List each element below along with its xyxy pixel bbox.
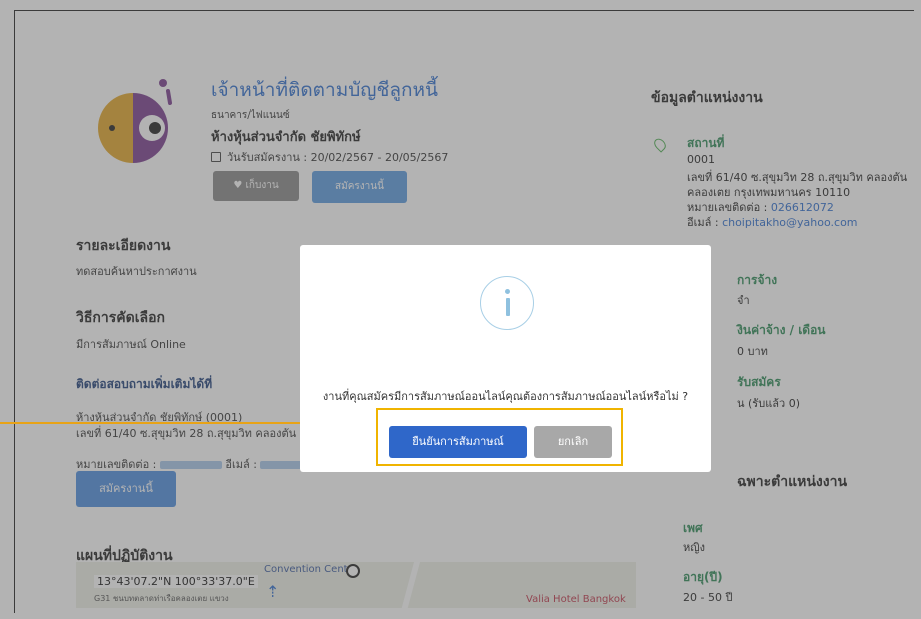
cancel-button[interactable]: ยกเลิก bbox=[534, 426, 612, 458]
info-icon-bar bbox=[505, 298, 510, 316]
dialog-message: งานที่คุณสมัครมีการสัมภาษณ์ออนไลน์คุณต้อ… bbox=[322, 390, 689, 403]
online-interview-dialog: งานที่คุณสมัครมีการสัมภาษณ์ออนไลน์คุณต้อ… bbox=[300, 245, 711, 472]
confirm-interview-button[interactable]: ยืนยันการสัมภาษณ์ bbox=[389, 426, 527, 458]
info-icon-dot bbox=[505, 289, 510, 294]
info-icon bbox=[480, 276, 534, 330]
